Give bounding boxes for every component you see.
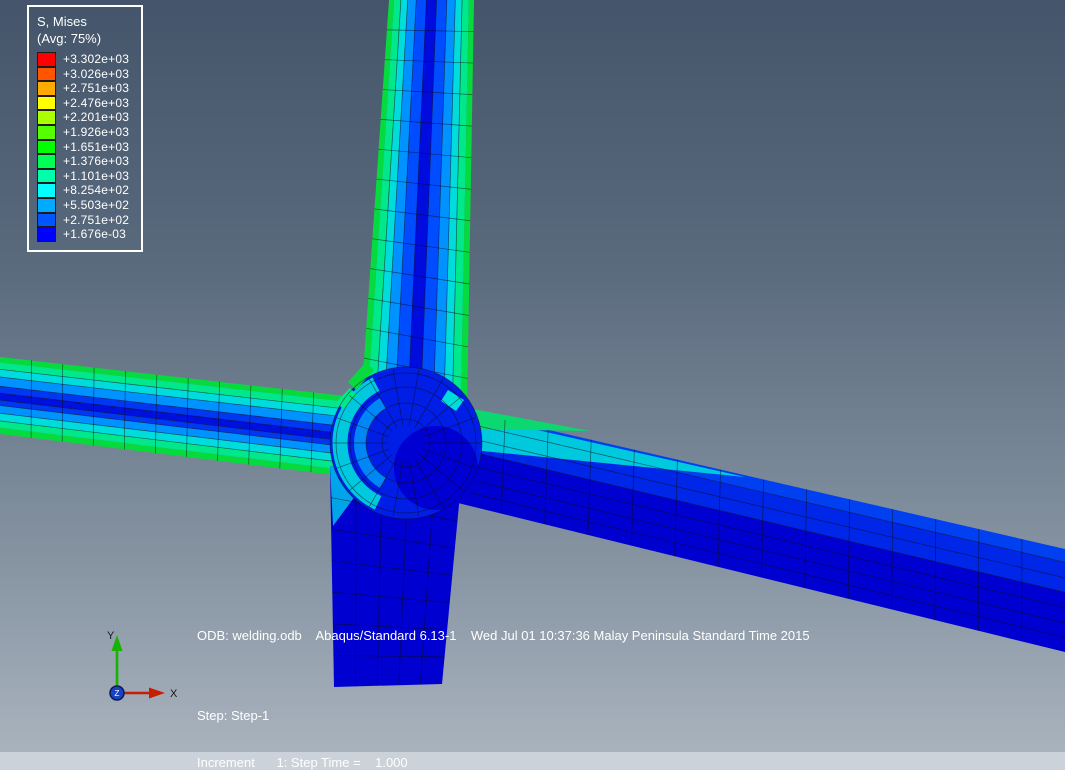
legend-value: +1.101e+03 [63, 168, 130, 183]
stress-contour-mesh [0, 0, 1065, 687]
legend-color-swatch [37, 110, 56, 125]
legend-entry: +3.026e+03 [37, 66, 130, 82]
legend-color-swatch [37, 183, 56, 198]
legend-entry: +1.926e+03 [37, 124, 130, 140]
legend-color-swatch [37, 95, 56, 111]
legend-color-swatch [37, 197, 56, 213]
legend-value: +8.254e+02 [63, 183, 130, 198]
viewport-bottom-strip [0, 752, 1065, 770]
state-block: Step: Step-1 Increment 1: Step Time = 1.… [197, 677, 528, 770]
legend-color-swatch [37, 168, 56, 184]
legend-subtitle: (Avg: 75%) [37, 31, 102, 46]
legend-entry: +1.676e-03 [37, 227, 129, 242]
legend-color-swatch [37, 124, 56, 140]
legend-entry: +1.101e+03 [37, 168, 130, 184]
z-axis-label: Z [115, 689, 120, 698]
legend-value: +5.503e+02 [63, 197, 130, 212]
legend-entry: +8.254e+02 [37, 183, 129, 198]
odb-title-line: ODB: welding.odb Abaqus/Standard 6.13-1 … [197, 628, 810, 643]
legend-value: +3.026e+03 [63, 66, 130, 81]
legend-color-swatch [37, 154, 56, 169]
legend-entry: +2.476e+03 [37, 95, 130, 111]
increment-line: Increment 1: Step Time = 1.000 [197, 754, 408, 770]
legend-value: +2.751e+03 [63, 81, 130, 96]
legend-color-swatch [37, 81, 56, 96]
legend-entry: +3.302e+03 [37, 52, 129, 67]
legend-entry: +5.503e+02 [37, 197, 130, 213]
legend-entry: +2.751e+03 [37, 81, 129, 96]
legend-entry: +1.651e+03 [37, 139, 130, 155]
legend-value: +2.201e+03 [63, 110, 130, 125]
legend-value: +1.926e+03 [63, 124, 130, 139]
legend-value: +1.651e+03 [63, 139, 130, 154]
legend-color-swatch [37, 227, 56, 242]
y-axis-label: Y [107, 630, 115, 642]
legend-value: +2.751e+02 [63, 212, 130, 227]
legend-value: +1.376e+03 [63, 154, 130, 169]
legend-entry: +2.201e+03 [37, 110, 129, 125]
legend-title: S, Mises [37, 14, 87, 29]
legend-color-swatch [37, 212, 56, 228]
legend-color-swatch [37, 139, 56, 155]
x-axis-label: X [170, 688, 178, 700]
legend-color-swatch [37, 66, 56, 82]
x-axis-arrowhead [149, 687, 165, 699]
step-line: Step: Step-1 [197, 708, 270, 723]
legend-entry: +2.751e+02 [37, 212, 130, 228]
legend-value: +3.302e+03 [63, 52, 130, 66]
legend-color-swatch [37, 52, 56, 67]
legend-entry: +1.376e+03 [37, 154, 129, 169]
legend-value: +2.476e+03 [63, 95, 130, 110]
legend-value: +1.676e-03 [63, 227, 127, 242]
contour-legend: S, Mises (Avg: 75%) +3.302e+03 +3.026e+0… [27, 5, 144, 252]
orientation-triad: Y Z X [107, 630, 178, 701]
